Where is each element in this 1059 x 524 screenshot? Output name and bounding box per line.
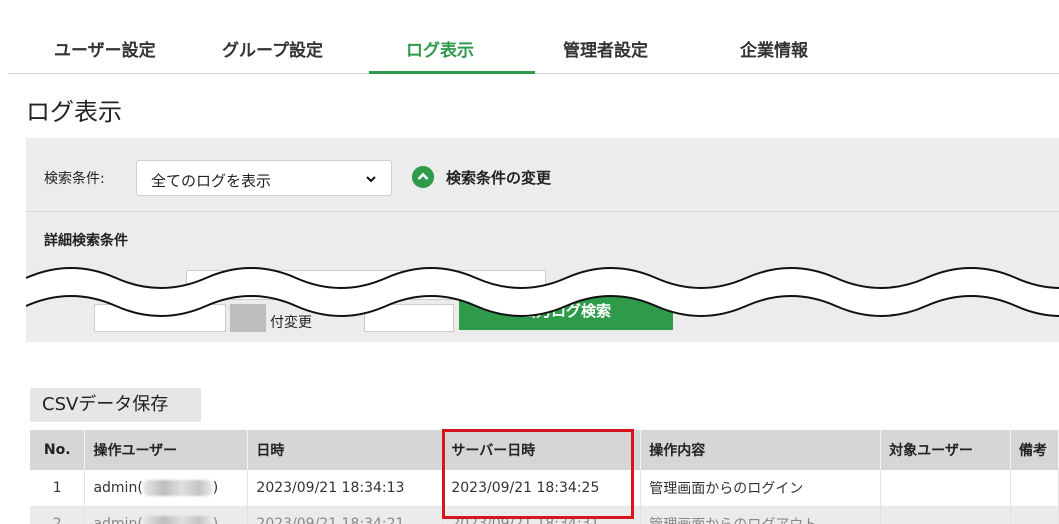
detail-search-title: 詳細検索条件 bbox=[44, 233, 128, 249]
cell-user: admin() bbox=[84, 506, 249, 524]
cell-no: 1 bbox=[30, 470, 86, 507]
csv-save-button[interactable]: CSVデータ保存 bbox=[30, 388, 201, 422]
tab-admin-settings[interactable]: 管理者設定 bbox=[563, 36, 648, 61]
toggle-search-condition-link[interactable]: 検索条件の変更 bbox=[446, 167, 551, 188]
cell-user: admin() bbox=[84, 470, 249, 507]
tab-company-info[interactable]: 企業情報 bbox=[740, 36, 808, 61]
page-title: ログ表示 bbox=[26, 98, 122, 126]
header-user[interactable]: 操作ユーザー bbox=[84, 430, 249, 470]
cell-target-user bbox=[880, 506, 1011, 524]
cell-operation: 管理画面からのログイン bbox=[640, 470, 882, 507]
chevron-down-icon bbox=[366, 176, 376, 183]
header-datetime[interactable]: 日時 bbox=[247, 430, 444, 470]
search-condition-label: 検索条件: bbox=[44, 171, 105, 187]
search-condition-select[interactable]: 全てのログを表示 bbox=[136, 160, 392, 196]
cell-target-user bbox=[880, 470, 1011, 507]
redacted-name bbox=[142, 479, 213, 496]
user-prefix: admin( bbox=[93, 516, 143, 524]
user-prefix: admin( bbox=[93, 479, 143, 496]
search-condition-row: 検索条件: 全てのログを表示 検索条件の変更 bbox=[26, 138, 1059, 212]
cell-operation: 管理画面からのログアウト bbox=[640, 506, 882, 524]
user-suffix: ) bbox=[212, 516, 219, 524]
search-panel: 検索条件: 全てのログを表示 検索条件の変更 詳細検索条件 簡易 付変更 出力ロ… bbox=[26, 138, 1059, 342]
cell-note bbox=[1010, 470, 1059, 507]
redacted-name bbox=[142, 516, 213, 524]
torn-edge-wave bbox=[26, 267, 1059, 317]
server-datetime-highlight bbox=[442, 429, 634, 519]
cell-no: 2 bbox=[30, 506, 86, 524]
chevron-up-circle-icon[interactable] bbox=[412, 166, 434, 188]
cell-datetime: 2023/09/21 18:34:21 bbox=[247, 506, 444, 524]
cell-note bbox=[1010, 506, 1059, 524]
tab-user-settings[interactable]: ユーザー設定 bbox=[54, 36, 156, 61]
top-nav: ユーザー設定 グループ設定 ログ表示 管理者設定 企業情報 bbox=[8, 0, 1059, 74]
tab-group-settings[interactable]: グループ設定 bbox=[222, 36, 323, 61]
header-note[interactable]: 備考 bbox=[1010, 430, 1059, 470]
header-operation[interactable]: 操作内容 bbox=[640, 430, 882, 470]
user-suffix: ) bbox=[212, 479, 219, 496]
cell-datetime: 2023/09/21 18:34:13 bbox=[247, 470, 444, 507]
tab-log-view[interactable]: ログ表示 bbox=[406, 36, 474, 61]
search-condition-value: 全てのログを表示 bbox=[151, 172, 272, 190]
active-tab-indicator bbox=[369, 71, 535, 74]
header-no[interactable]: No. bbox=[30, 430, 86, 470]
header-target-user[interactable]: 対象ユーザー bbox=[880, 430, 1011, 470]
